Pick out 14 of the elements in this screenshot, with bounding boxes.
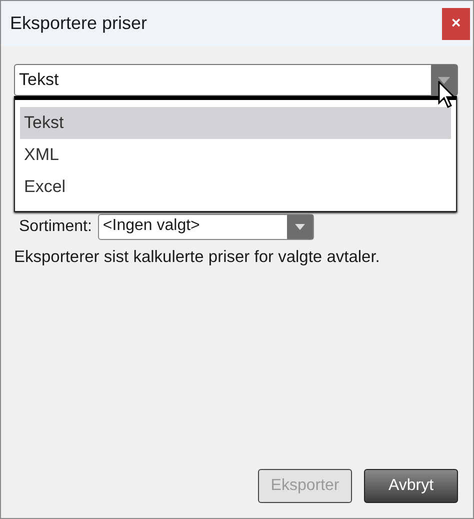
dropdown-value: <Ingen valgt> bbox=[102, 216, 201, 236]
dropdown-value: Tekst bbox=[18, 69, 60, 91]
format-dropdown[interactable]: Tekst bbox=[14, 64, 458, 96]
dropdown-option[interactable]: Excel bbox=[20, 171, 451, 203]
caret-icon bbox=[294, 224, 305, 230]
window-title: Eksportere priser bbox=[10, 13, 148, 34]
description-text: Eksporterer sist kalkulerte priser for valgte avtaler. bbox=[14, 248, 381, 267]
sortiment-dropdown[interactable]: <Ingen valgt> bbox=[98, 214, 314, 240]
field-label: Sortiment: bbox=[19, 218, 92, 236]
dropdown-option[interactable]: Tekst bbox=[20, 107, 451, 139]
caret-icon bbox=[438, 76, 450, 84]
close-button[interactable]: × bbox=[442, 8, 470, 40]
cancel-button[interactable]: Avbryt bbox=[364, 469, 458, 503]
dropdown-option[interactable]: XML bbox=[20, 139, 451, 171]
